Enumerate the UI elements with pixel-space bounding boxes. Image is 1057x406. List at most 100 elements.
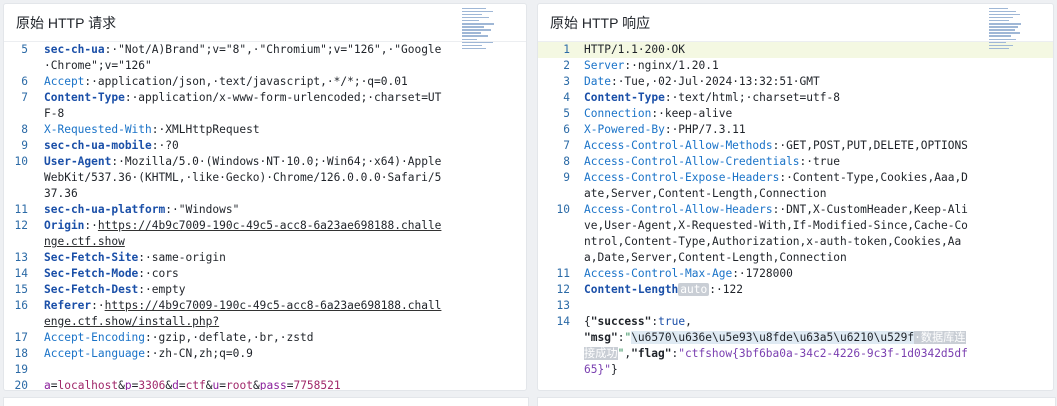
line-text [44,362,526,378]
code-line[interactable]: 6 X-Powered-By:·PHP/7.3.11 [538,122,1053,138]
code-line[interactable]: 14 {"success":true, "msg":"\u6570\u636e\u… [538,314,1053,378]
code-line[interactable]: 8 X-Requested-With:·XMLHttpRequest [4,122,526,138]
code-token: :·same-origin [138,251,226,264]
code-token: :·cors [138,267,179,280]
code-token: sec-ch-ua [44,43,105,56]
code-line[interactable]: 19 [4,362,526,378]
code-line[interactable]: 8 Access-Control-Allow-Credentials:·true [538,154,1053,170]
code-token: sec-ch-ua-platform [44,203,166,216]
code-line[interactable]: 10 User-Agent:·Mozilla/5.0·(Windows·NT·10… [4,154,526,202]
code-line[interactable]: 3 Date:·Tue,·02·Jul·2024·13:32:51·GMT [538,74,1053,90]
response-minimap[interactable] [989,6,1023,51]
line-number: 10 [14,155,28,168]
code-token: :·GET,POST,PUT,DELETE,OPTIONS [772,139,968,152]
code-token: , [685,315,692,328]
line-number: 6 [21,75,28,88]
line-text [584,298,1053,314]
code-line[interactable]: 15 Sec-Fetch-Dest:·empty [4,282,526,298]
code-line[interactable]: 18 Accept-Language:·zh-CN,zh;q=0.9 [4,346,526,362]
code-token: Accept-Encoding [44,331,146,344]
line-text: Accept-Language:·zh-CN,zh;q=0.9 [44,346,526,362]
code-line[interactable]: 7 Content-Type:·application/x-www-form-ur… [4,90,526,122]
line-number: 12 [556,283,570,296]
code-token: d [172,379,179,390]
request-code-editor[interactable]: 5 sec-ch-ua:·"Not/A)Brand";v="8",·"Chromi… [4,42,526,390]
line-number: 6 [563,123,570,136]
line-text: Sec-Fetch-Mode:·cors [44,266,526,282]
line-number: 8 [563,155,570,168]
line-text: Content-Type:·text/html;·charset=utf-8 [584,90,1053,106]
code-line[interactable]: 1 HTTP/1.1·200·OK [538,42,1053,58]
code-line[interactable]: 12 Origin:·https://4b9c7009-190c-49c5-acc… [4,218,526,250]
code-token: 3306 [138,379,166,390]
code-token: pass [259,379,287,390]
line-number: 9 [563,171,570,184]
code-token: :·122 [709,283,743,296]
code-line[interactable]: 2 Server:·nginx/1.20.1 [538,58,1053,74]
line-text: X-Powered-By:·PHP/7.3.11 [584,122,1053,138]
code-token: :·XMLHttpRequest [151,123,260,136]
code-token: & [118,379,125,390]
code-line[interactable]: 5 Connection:·keep-alive [538,106,1053,122]
code-token: "flag" [631,347,672,360]
line-number: 2 [563,59,570,72]
code-line[interactable]: 7 Access-Control-Allow-Methods:·GET,POST,… [538,138,1053,154]
code-line[interactable]: 13 Sec-Fetch-Site:·same-origin [4,250,526,266]
code-token: :·application/json,·text/javascript,·*/*… [84,75,408,88]
code-line[interactable]: 10 Access-Control-Allow-Headers:·DNT,X-Cu… [538,202,1053,266]
code-line[interactable]: 17 Accept-Encoding:·gzip,·deflate,·br,·zs… [4,330,526,346]
code-token: ctf [185,379,206,390]
line-number: 7 [21,91,28,104]
line-text: Content-Type:·application/x-www-form-url… [44,90,526,122]
response-panel-title: 原始 HTTP 响应 [538,4,1053,42]
line-text: Date:·Tue,·02·Jul·2024·13:32:51·GMT [584,74,1053,90]
line-text: HTTP/1.1·200·OK [584,42,1053,58]
code-token: :·text/html;·charset=utf-8 [664,91,840,104]
response-code-editor[interactable]: 1 HTTP/1.1·200·OK 2 Server:·nginx/1.20.1 3 Da… [538,42,1053,390]
code-token: X-Powered-By [584,123,665,136]
code-token: :· [91,299,105,312]
code-line[interactable]: 12 Content-Length auto:·122 [538,282,1053,298]
code-line[interactable]: 20 a=localhost&p=3306&d=ctf&u=root&pass=7… [4,378,526,390]
line-number: 15 [14,283,28,296]
code-line[interactable]: 16 Referer:·https://4b9c7009-190c-49c5-ac… [4,298,526,330]
code-line[interactable]: 14 Sec-Fetch-Mode:·cors [4,266,526,282]
code-line[interactable]: 9 sec-ch-ua-mobile:·?0 [4,138,526,154]
code-line[interactable]: 4 Content-Type:·text/html;·charset=utf-8 [538,90,1053,106]
code-token: Sec-Fetch-Dest [44,283,139,296]
code-line[interactable]: 11 Access-Control-Max-Age:·1728000 [538,266,1053,282]
line-text: X-Requested-With:·XMLHttpRequest [44,122,526,138]
code-token: :·?0 [151,139,179,152]
code-line[interactable]: 11 sec-ch-ua-platform:·"Windows" [4,202,526,218]
line-number: 4 [563,91,570,104]
code-line[interactable]: 5 sec-ch-ua:·"Not/A)Brand";v="8",·"Chromi… [4,42,526,74]
line-text: Access-Control-Allow-Headers:·DNT,X-Cust… [584,202,1053,266]
code-token: = [178,379,186,390]
line-text: User-Agent:·Mozilla/5.0·(Windows·NT·10.0… [44,154,526,202]
code-token: p [124,379,132,390]
code-token: Access-Control-Max-Age [584,267,733,280]
code-token: \u6570\u636e\u5e93\u8fde\u63a5\u6210\u52… [631,331,915,344]
line-text: Origin:·https://4b9c7009-190c-49c5-acc8-… [44,218,526,250]
code-token: Content-Length [584,283,679,296]
code-line[interactable]: 6 Accept:·application/json,·text/javascri… [4,74,526,90]
code-token: :·keep-alive [651,107,733,120]
line-text: sec-ch-ua:·"Not/A)Brand";v="8",·"Chromiu… [44,42,526,74]
line-number: 5 [21,43,28,56]
code-token: root [226,379,253,390]
code-token: :·PHP/7.3.11 [664,123,746,136]
code-token: Accept-Language [44,347,146,360]
code-line[interactable]: 9 Access-Control-Expose-Headers:·Content-… [538,170,1053,202]
line-number: 13 [14,251,28,264]
code-token: Access-Control-Expose-Headers [584,171,780,184]
line-number: 14 [556,315,570,328]
code-token: Origin [44,219,85,232]
request-minimap[interactable] [462,6,496,51]
code-line[interactable]: 13 [538,298,1053,314]
code-token: Referer [44,299,92,312]
code-token: https://4b9c7009-190c-49c5-acc8-6a23ae69… [44,219,442,248]
code-token: Content-Type [44,91,125,104]
line-text: sec-ch-ua-platform:·"Windows" [44,202,526,218]
line-number: 11 [14,203,28,216]
line-text: Access-Control-Allow-Credentials:·true [584,154,1053,170]
